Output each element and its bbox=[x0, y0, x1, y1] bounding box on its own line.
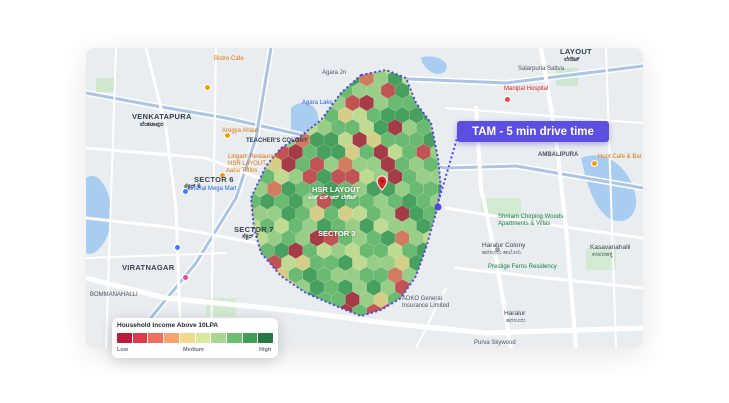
map-label: ಕಸವನಹಳ್ಳಿ bbox=[592, 252, 613, 258]
legend-title: Household Income Above 10LPA bbox=[117, 322, 219, 329]
legend-swatch bbox=[132, 333, 149, 343]
map-label: ಹರಳೂರು ಕಾಲೋನಿ bbox=[482, 250, 522, 256]
map-label: Haralur bbox=[504, 310, 526, 317]
poi-marker[interactable] bbox=[174, 244, 181, 251]
map-label: ಹರಳೂರು bbox=[506, 318, 526, 324]
legend-medium-label: Medium bbox=[183, 347, 204, 353]
legend-swatch bbox=[117, 333, 133, 343]
map-label: Aaha Tiffins bbox=[226, 168, 258, 174]
legend-swatch bbox=[258, 333, 273, 343]
poi-marker[interactable] bbox=[591, 160, 598, 167]
legend-swatch bbox=[179, 333, 196, 343]
map-label: SECTOR 3 bbox=[318, 229, 356, 238]
legend-swatch bbox=[211, 333, 227, 343]
map-label: HSR LAYOUT bbox=[312, 185, 361, 194]
legend-high-label: High bbox=[259, 347, 272, 353]
legend-swatch bbox=[195, 333, 212, 343]
callout-anchor bbox=[434, 203, 442, 211]
legend-low-label: Low bbox=[117, 347, 128, 353]
map-label: Arogya Ahaar bbox=[222, 128, 259, 134]
map-label: Agara Jn bbox=[322, 70, 347, 76]
legend-color-scale bbox=[117, 333, 273, 343]
income-legend: Household Income Above 10LPA Low Medium … bbox=[112, 318, 278, 358]
poi-marker[interactable] bbox=[182, 274, 189, 281]
map-label: Bistro Cafe bbox=[214, 56, 244, 62]
map-label: LAYOUT bbox=[560, 48, 592, 56]
map-label: Shriram Chirping Woods Apartments & Vill… bbox=[498, 214, 564, 227]
tam-callout-text: TAM - 5 min drive time bbox=[472, 125, 594, 138]
legend-swatch bbox=[242, 333, 259, 343]
map-label: BOMMANAHALLI bbox=[90, 292, 138, 298]
map-label: SECTOR 7 bbox=[234, 225, 274, 234]
map-label: ಸೆಕ್ಟರ್ 7 bbox=[242, 234, 259, 240]
map-label: Agara Lake bbox=[302, 100, 333, 106]
map-label: Kasavanahalli bbox=[590, 244, 631, 251]
map-label: Salarpuria Sattva bbox=[518, 66, 565, 72]
poi-marker[interactable] bbox=[204, 84, 211, 91]
map-label: ಎಚ್ ಎಸ್ ಆರ್ ಲೇಔಟ್ bbox=[308, 195, 357, 201]
map-label: Purva Skywood bbox=[474, 340, 516, 346]
map-label: Prestige Ferns Residency bbox=[488, 264, 557, 270]
map-label: ಲೇಔಟ್ bbox=[564, 57, 580, 63]
legend-swatch bbox=[226, 333, 243, 343]
map-label: Manipal Hospital bbox=[504, 86, 549, 92]
map-label: Vishal Mega Mart bbox=[190, 186, 237, 192]
map-label: TEACHER'S COLONY bbox=[246, 138, 308, 144]
map-label: SECTOR 6 bbox=[194, 175, 234, 184]
map-label: AMBALIPURA bbox=[538, 152, 579, 158]
map-label: Haralur Colony bbox=[482, 242, 526, 249]
map-view[interactable]: VENKATAPURA ವೆಂಕಟಾಪುರ TEACHER'S COLONY S… bbox=[86, 48, 643, 348]
map-canvas[interactable] bbox=[86, 48, 643, 348]
map-label: ವೆಂಕಟಾಪುರ bbox=[140, 122, 164, 128]
poi-marker[interactable] bbox=[504, 96, 511, 103]
map-label: ADKO General Insurance Limited bbox=[402, 296, 450, 309]
legend-swatch bbox=[148, 333, 165, 343]
map-label: VENKATAPURA bbox=[132, 112, 192, 121]
tam-callout: TAM - 5 min drive time bbox=[457, 121, 609, 142]
map-label: VIRATNAGAR bbox=[122, 263, 175, 272]
map-label: Hoot Cafe & Bar bbox=[598, 154, 642, 160]
map-label: Lingam Restaurant HSR LAYOUT bbox=[228, 154, 279, 167]
legend-swatch bbox=[164, 333, 180, 343]
